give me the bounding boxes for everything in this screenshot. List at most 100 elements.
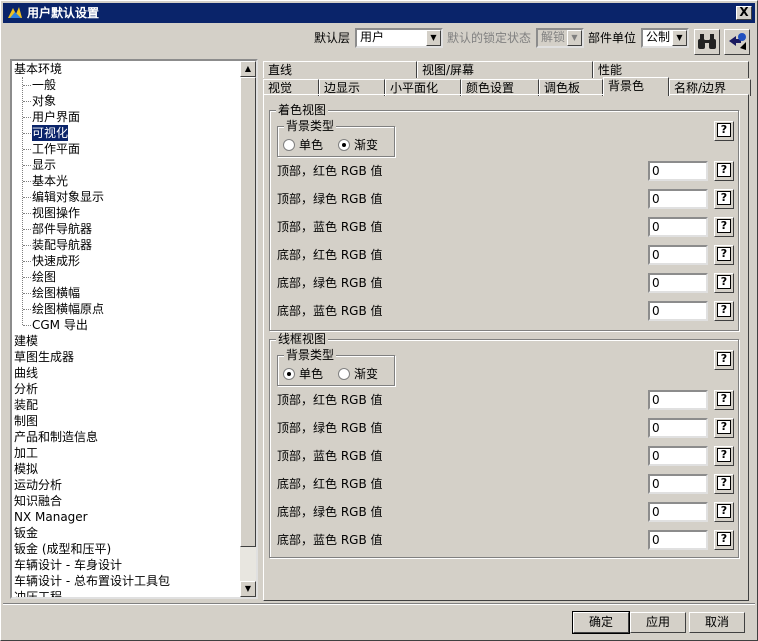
help-pointer-button[interactable] bbox=[724, 29, 750, 55]
wireframe-field-help-button[interactable]: ? bbox=[714, 446, 734, 466]
wireframe-rgb-input[interactable]: 0 bbox=[648, 390, 708, 410]
tree-item[interactable]: 编辑对象显示 bbox=[32, 189, 104, 205]
tree-item[interactable]: 加工 bbox=[14, 445, 38, 461]
shaded-rgb-input[interactable]: 0 bbox=[648, 245, 708, 265]
shaded-field-label: 顶部，绿色 RGB 值 bbox=[277, 192, 383, 206]
shaded-radio-gradient[interactable] bbox=[338, 139, 350, 151]
tab-row2-5[interactable]: 背景色 bbox=[603, 77, 669, 96]
wireframe-radio-gradient[interactable] bbox=[338, 368, 350, 380]
lock-state-select[interactable]: 解锁 ▼ bbox=[536, 28, 584, 48]
scroll-thumb[interactable] bbox=[240, 77, 256, 547]
unit-select[interactable]: 公制 ▼ bbox=[641, 28, 689, 48]
shaded-rgb-input[interactable]: 0 bbox=[648, 273, 708, 293]
tree-item[interactable]: 模拟 bbox=[14, 461, 38, 477]
app-logo-icon bbox=[8, 7, 22, 18]
lock-state-value: 解锁 bbox=[541, 30, 566, 44]
default-layer-select[interactable]: 用户 ▼ bbox=[355, 28, 443, 48]
unit-value: 公制 bbox=[646, 30, 671, 44]
tree-item[interactable]: CGM 导出 bbox=[32, 317, 88, 333]
wireframe-field-help-button[interactable]: ? bbox=[714, 474, 734, 494]
wireframe-rgb-input[interactable]: 0 bbox=[648, 502, 708, 522]
shaded-field-help-button[interactable]: ? bbox=[714, 301, 734, 321]
wireframe-rgb-input[interactable]: 0 bbox=[648, 446, 708, 466]
help-icon: ? bbox=[717, 420, 731, 434]
tree-item[interactable]: 分析 bbox=[14, 381, 38, 397]
wireframe-field-label: 顶部，绿色 RGB 值 bbox=[277, 421, 383, 435]
default-layer-value: 用户 bbox=[360, 30, 385, 44]
binoculars-button[interactable] bbox=[694, 29, 720, 55]
shaded-rgb-input[interactable]: 0 bbox=[648, 161, 708, 181]
help-icon: ? bbox=[717, 532, 731, 546]
tree-item[interactable]: 运动分析 bbox=[14, 477, 62, 493]
tree-item[interactable]: 快速成形 bbox=[32, 253, 80, 269]
category-tree[interactable]: 基本环境 一般 对象 用户界面 可视化 工作平面 显示 基本光 编辑对象显示 视图操作 部件导航器装… bbox=[10, 59, 258, 599]
wireframe-field-label: 底部，红色 RGB 值 bbox=[277, 477, 383, 491]
cancel-button[interactable]: 取消 bbox=[689, 612, 745, 633]
tree-item[interactable]: 车辆设计 - 总布置设计工具包 bbox=[14, 573, 170, 589]
tree-scrollbar[interactable]: ▲ ▼ bbox=[240, 61, 256, 597]
tab-row1-0[interactable]: 直线 bbox=[263, 61, 417, 78]
chevron-down-icon: ▼ bbox=[672, 30, 687, 46]
tree-item[interactable]: 草图生成器 bbox=[14, 349, 74, 365]
window-title: 用户默认设置 bbox=[27, 6, 100, 20]
wireframe-field-label: 底部，绿色 RGB 值 bbox=[277, 505, 383, 519]
tree-item[interactable]: 绘图 bbox=[32, 269, 56, 285]
tree-item[interactable]: 视图操作 bbox=[32, 205, 80, 221]
tree-item[interactable]: 钣金 (成型和压平) bbox=[14, 541, 111, 557]
tree-item[interactable]: 装配导航器 bbox=[32, 237, 92, 253]
tree-item[interactable]: 绘图横幅 bbox=[32, 285, 80, 301]
tree-item[interactable]: 绘图横幅原点 bbox=[32, 301, 104, 317]
tree-item[interactable]: 一般 bbox=[32, 77, 56, 93]
tree-item[interactable]: NX Manager bbox=[14, 509, 88, 525]
tree-item[interactable]: 装配 bbox=[14, 397, 38, 413]
tree-connector bbox=[23, 181, 31, 182]
shaded-rgb-input[interactable]: 0 bbox=[648, 217, 708, 237]
shaded-rgb-input[interactable]: 0 bbox=[648, 301, 708, 321]
wireframe-field-help-button[interactable]: ? bbox=[714, 418, 734, 438]
tree-item[interactable]: 部件导航器 bbox=[32, 221, 92, 237]
shaded-field-help-button[interactable]: ? bbox=[714, 217, 734, 237]
help-icon: ? bbox=[717, 392, 731, 406]
tree-item[interactable]: 冲压工程 bbox=[14, 589, 62, 597]
tree-item[interactable]: 知识融合 bbox=[14, 493, 62, 509]
tree-item[interactable]: 对象 bbox=[32, 93, 56, 109]
shaded-gradient-label: 渐变 bbox=[354, 138, 379, 152]
wireframe-field-help-button[interactable]: ? bbox=[714, 390, 734, 410]
scroll-up-icon[interactable]: ▲ bbox=[240, 61, 256, 77]
tree-item[interactable]: 制图 bbox=[14, 413, 38, 429]
shaded-rgb-input[interactable]: 0 bbox=[648, 189, 708, 209]
tree-item[interactable]: 基本环境 bbox=[14, 61, 62, 77]
shaded-field-help-button[interactable]: ? bbox=[714, 161, 734, 181]
shaded-field-help-button[interactable]: ? bbox=[714, 189, 734, 209]
tree-item[interactable]: 产品和制造信息 bbox=[14, 429, 98, 445]
shaded-field-help-button[interactable]: ? bbox=[714, 273, 734, 293]
wireframe-field-help-button[interactable]: ? bbox=[714, 502, 734, 522]
tree-item[interactable]: 车辆设计 - 车身设计 bbox=[14, 557, 122, 573]
wireframe-rgb-input[interactable]: 0 bbox=[648, 418, 708, 438]
tree-item[interactable]: 钣金 bbox=[14, 525, 38, 541]
tree-item[interactable]: 显示 bbox=[32, 157, 56, 173]
tree-item[interactable]: 工作平面 bbox=[32, 141, 80, 157]
ok-button[interactable]: 确定 bbox=[572, 611, 630, 634]
scroll-down-icon[interactable]: ▼ bbox=[240, 581, 256, 597]
tree-item[interactable]: 曲线 bbox=[14, 365, 38, 381]
wireframe-radio-single[interactable] bbox=[283, 368, 295, 380]
shaded-field-help-button[interactable]: ? bbox=[714, 245, 734, 265]
tab-row1-2[interactable]: 性能 bbox=[593, 61, 749, 78]
help-icon: ? bbox=[717, 352, 731, 366]
wireframe-rgb-input[interactable]: 0 bbox=[648, 474, 708, 494]
tab-row1-1[interactable]: 视图/屏幕 bbox=[417, 61, 593, 78]
tree-item[interactable]: 基本光 bbox=[32, 173, 68, 189]
apply-button[interactable]: 应用 bbox=[630, 612, 686, 633]
shaded-group-help-button[interactable]: ? bbox=[714, 121, 734, 141]
wireframe-rgb-input[interactable]: 0 bbox=[648, 530, 708, 550]
wireframe-field-help-button[interactable]: ? bbox=[714, 530, 734, 550]
tree-item[interactable]: 可视化 bbox=[32, 125, 69, 141]
tree-item[interactable]: 建模 bbox=[14, 333, 38, 349]
tree-connector bbox=[23, 261, 31, 262]
wireframe-group-help-button[interactable]: ? bbox=[714, 350, 734, 370]
tree-item[interactable]: 用户界面 bbox=[32, 109, 80, 125]
help-icon: ? bbox=[717, 219, 731, 233]
shaded-radio-single[interactable] bbox=[283, 139, 295, 151]
close-button[interactable]: X bbox=[736, 6, 752, 20]
